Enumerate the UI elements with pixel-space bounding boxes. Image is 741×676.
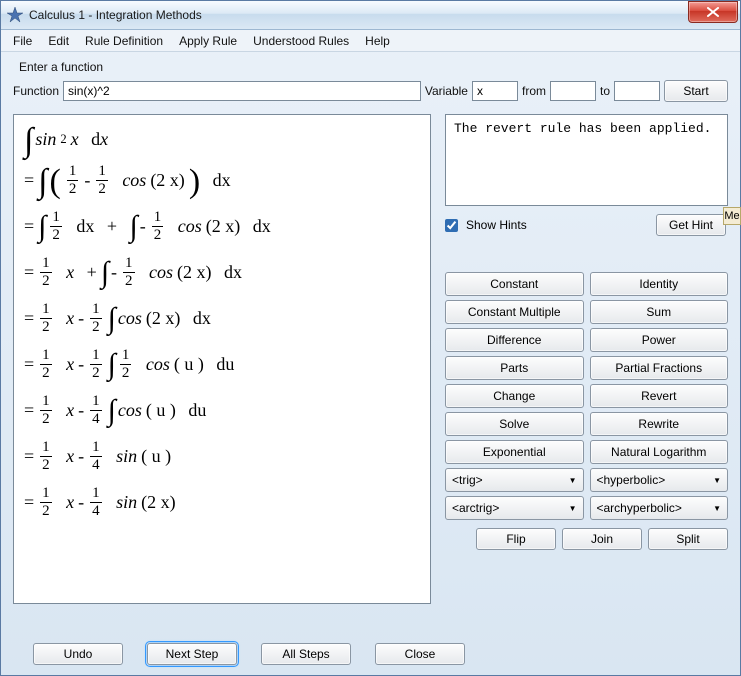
math-line: = 12 x - 12 ∫ cos(2 x) dx [24, 295, 420, 341]
app-icon [7, 7, 23, 23]
to-input[interactable] [614, 81, 660, 101]
get-hint-button[interactable]: Get Hint [656, 214, 726, 236]
rule-natural-log[interactable]: Natural Logarithm [590, 440, 729, 464]
enter-function-label: Enter a function [19, 60, 728, 74]
chevron-down-icon: ▼ [713, 504, 721, 513]
math-line: = 12 x + ∫ - 12 cos(2 x) dx [24, 249, 420, 295]
next-step-button[interactable]: Next Step [147, 643, 237, 665]
integral-icon: ∫ [108, 348, 116, 382]
rule-sum[interactable]: Sum [590, 300, 729, 324]
rule-parts[interactable]: Parts [445, 356, 584, 380]
integral-icon: ∫ [108, 394, 116, 428]
math-steps-box: ∫ sin2x dx = ∫ ( 12 - 12 cos(2 x) ) dx [13, 114, 431, 604]
rule-power[interactable]: Power [590, 328, 729, 352]
chevron-down-icon: ▼ [569, 476, 577, 485]
variable-label: Variable [425, 84, 468, 98]
show-hints-input[interactable] [445, 219, 458, 232]
math-line: = ∫ ( 12 - 12 cos(2 x) ) dx [24, 157, 420, 203]
hint-controls: Show Hints Get Hint [445, 214, 728, 236]
rule-revert[interactable]: Revert [590, 384, 729, 408]
to-label: to [600, 84, 610, 98]
menu-help[interactable]: Help [357, 32, 398, 50]
chevron-down-icon: ▼ [713, 476, 721, 485]
close-button[interactable]: Close [375, 643, 465, 665]
right-panel: The revert rule has been applied. Show H… [445, 114, 728, 550]
flip-join-split-row: Flip Join Split [445, 528, 728, 550]
menu-understood[interactable]: Understood Rules [245, 32, 357, 50]
menu-file[interactable]: File [5, 32, 40, 50]
menu-apply-rule[interactable]: Apply Rule [171, 32, 245, 50]
start-button[interactable]: Start [664, 80, 728, 102]
function-label: Function [13, 84, 59, 98]
dropdown-arctrig[interactable]: <arctrig>▼ [445, 496, 584, 520]
undo-button[interactable]: Undo [33, 643, 123, 665]
app-window: Calculus 1 - Integration Methods File Ed… [0, 0, 741, 676]
rule-change[interactable]: Change [445, 384, 584, 408]
main-area: ∫ sin2x dx = ∫ ( 12 - 12 cos(2 x) ) dx [13, 114, 728, 633]
function-row: Function Variable from to Start [13, 80, 728, 102]
from-label: from [522, 84, 546, 98]
from-input[interactable] [550, 81, 596, 101]
content-area: Enter a function Function Variable from … [1, 52, 740, 675]
all-steps-button[interactable]: All Steps [261, 643, 351, 665]
math-line: = 12 x - 14 ∫ cos( u ) du [24, 387, 420, 433]
function-input[interactable] [63, 81, 421, 101]
flip-button[interactable]: Flip [476, 528, 556, 550]
rule-constant-multiple[interactable]: Constant Multiple [445, 300, 584, 324]
menu-rule-def[interactable]: Rule Definition [77, 32, 171, 50]
rule-rewrite[interactable]: Rewrite [590, 412, 729, 436]
side-tab[interactable]: Me [723, 207, 741, 225]
menu-edit[interactable]: Edit [40, 32, 77, 50]
title-bar: Calculus 1 - Integration Methods [1, 1, 740, 30]
window-title: Calculus 1 - Integration Methods [29, 8, 688, 22]
integral-icon: ∫ [38, 210, 46, 244]
rule-constant[interactable]: Constant [445, 272, 584, 296]
integral-icon: ∫ [108, 302, 116, 336]
integral-icon: ∫ [101, 256, 109, 290]
dropdown-archyperbolic[interactable]: <archyperbolic>▼ [590, 496, 729, 520]
rule-exponential[interactable]: Exponential [445, 440, 584, 464]
menu-bar: File Edit Rule Definition Apply Rule Und… [1, 30, 740, 52]
rule-buttons-grid: Constant Identity Constant Multiple Sum … [445, 272, 728, 520]
math-line: = 12 x - 14 sin(2 x) [24, 479, 420, 525]
integral-icon: ∫ [24, 122, 33, 160]
math-line: = 12 x - 12 ∫ 12 cos( u ) du [24, 341, 420, 387]
bottom-button-row: Undo Next Step All Steps Close [13, 637, 728, 665]
math-line: ∫ sin2x dx [24, 121, 420, 157]
show-hints-checkbox[interactable]: Show Hints [445, 218, 527, 232]
dropdown-trig[interactable]: <trig>▼ [445, 468, 584, 492]
math-line: = ∫ 12 dx + ∫ - 12 cos(2 x) dx [24, 203, 420, 249]
join-button[interactable]: Join [562, 528, 642, 550]
split-button[interactable]: Split [648, 528, 728, 550]
hint-message-box: The revert rule has been applied. [445, 114, 728, 206]
integral-icon: ∫ [130, 210, 138, 244]
rule-identity[interactable]: Identity [590, 272, 729, 296]
dropdown-hyperbolic[interactable]: <hyperbolic>▼ [590, 468, 729, 492]
integral-icon: ∫ [38, 163, 47, 201]
math-line: = 12 x - 14 sin( u ) [24, 433, 420, 479]
rule-solve[interactable]: Solve [445, 412, 584, 436]
rule-difference[interactable]: Difference [445, 328, 584, 352]
chevron-down-icon: ▼ [569, 504, 577, 513]
rule-partial-fractions[interactable]: Partial Fractions [590, 356, 729, 380]
variable-input[interactable] [472, 81, 518, 101]
window-close-button[interactable] [688, 1, 738, 23]
